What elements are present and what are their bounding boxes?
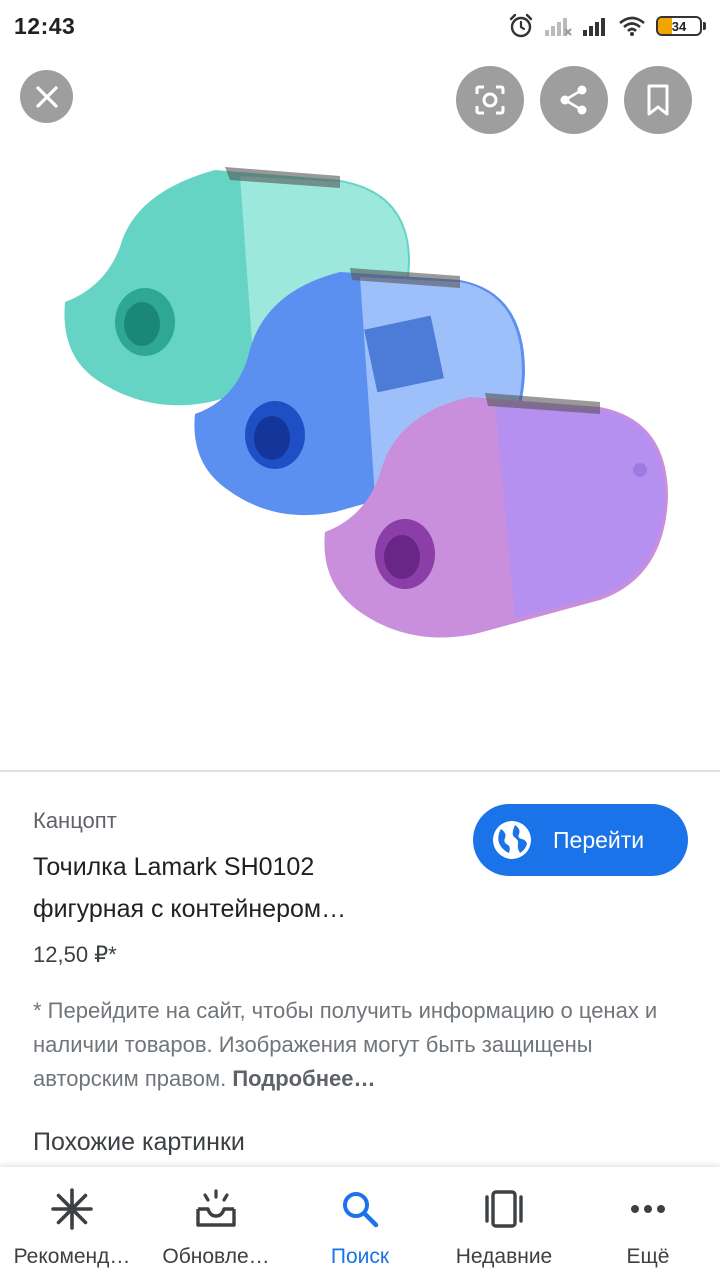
- similar-images-heading: Похожие картинки: [33, 1128, 245, 1156]
- updates-icon: [196, 1189, 236, 1227]
- lens-button[interactable]: [456, 66, 524, 134]
- signal-no-sim-icon: [545, 18, 572, 36]
- bookmark-icon: [647, 84, 669, 116]
- more-dots-icon: [631, 1205, 665, 1213]
- product-title[interactable]: Точилка Lamark SH0102 фигурная с контейн…: [33, 846, 453, 930]
- nav-label-more: Ещё: [626, 1245, 670, 1268]
- nav-item-recent[interactable]: Недавние: [432, 1167, 576, 1280]
- more-link[interactable]: Подробнее…: [232, 1066, 375, 1091]
- product-image: [64, 167, 668, 638]
- asterisk-icon: [51, 1188, 93, 1230]
- status-icons: 34: [508, 13, 706, 39]
- nav-label-discover: Рекоменд…: [13, 1245, 131, 1268]
- status-time: 12:43: [14, 12, 76, 39]
- product-title-line2: фигурная с контейнером…: [33, 895, 347, 923]
- visit-button-label: Перейти: [553, 826, 645, 853]
- search-icon: [343, 1192, 379, 1228]
- visit-button[interactable]: Перейти: [473, 804, 688, 876]
- battery-icon: 34: [656, 16, 706, 36]
- wifi-icon: [619, 16, 645, 36]
- close-button[interactable]: [20, 70, 73, 123]
- product-info: Канцопт Точилка Lamark SH0102 фигурная с…: [0, 772, 720, 1167]
- disclaimer: * Перейдите на сайт, чтобы получить инфо…: [33, 994, 673, 1096]
- image-viewer: [0, 52, 720, 770]
- nav-label-search: Поиск: [330, 1245, 390, 1268]
- nav-item-search[interactable]: Поиск: [288, 1167, 432, 1280]
- lens-icon: [475, 85, 505, 115]
- source-site[interactable]: Канцопт: [33, 808, 117, 834]
- battery-level: 34: [671, 18, 687, 34]
- close-icon: [35, 85, 58, 108]
- save-button[interactable]: [624, 66, 692, 134]
- signal-icon: [583, 18, 605, 36]
- nav-item-discover[interactable]: Рекоменд…: [0, 1167, 144, 1280]
- product-price: 12,50 ₽*: [33, 942, 117, 967]
- recent-icon: [485, 1190, 523, 1228]
- share-button[interactable]: [540, 66, 608, 134]
- nav-item-more[interactable]: Ещё: [576, 1167, 720, 1280]
- nav-label-updates: Обновле…: [162, 1245, 270, 1268]
- nav-item-updates[interactable]: Обновле…: [144, 1167, 288, 1280]
- alarm-icon: [509, 13, 533, 38]
- status-bar: 12:43 34: [0, 0, 720, 52]
- share-icon: [560, 85, 587, 115]
- bottom-nav: Рекоменд… Обновле… Поиск Недавние Ещё: [0, 1167, 720, 1280]
- globe-icon: [493, 821, 531, 859]
- product-title-line1: Точилка Lamark SH0102: [33, 853, 315, 881]
- nav-label-recent: Недавние: [455, 1245, 553, 1268]
